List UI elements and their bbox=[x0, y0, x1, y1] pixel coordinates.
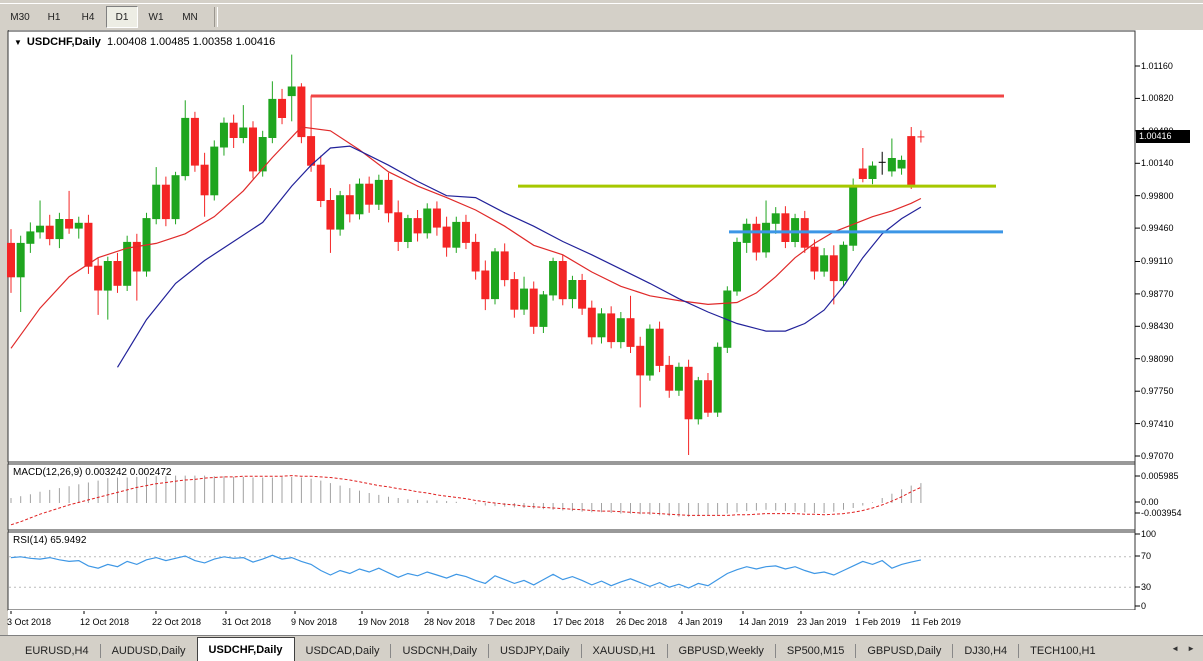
date-axis-label: 4 Jan 2019 bbox=[678, 617, 723, 627]
symbol-tab-bar: EURUSD,H4AUDUSD,DailyUSDCHF,DailyUSDCAD,… bbox=[0, 635, 1203, 661]
date-axis-label: 28 Nov 2018 bbox=[424, 617, 475, 627]
date-axis-label: 19 Nov 2018 bbox=[358, 617, 409, 627]
macd-indicator-label: MACD(12,26,9) 0.003242 0.002472 bbox=[13, 467, 171, 478]
tab-gbpusd-daily[interactable]: GBPUSD,Daily bbox=[856, 641, 952, 661]
price-axis-label: 0.99110 bbox=[1141, 256, 1173, 266]
chart-canvas[interactable] bbox=[0, 0, 1203, 661]
price-axis-label: 0.98770 bbox=[1141, 289, 1174, 299]
date-axis-label: 17 Dec 2018 bbox=[553, 617, 604, 627]
macd-value-signal: 0.002472 bbox=[130, 467, 172, 478]
rsi-indicator-label: RSI(14) 65.9492 bbox=[13, 535, 86, 546]
tab-usdchf-daily[interactable]: USDCHF,Daily bbox=[197, 637, 295, 661]
price-axis-label: 0.98090 bbox=[1141, 354, 1174, 364]
tab-usdjpy-daily[interactable]: USDJPY,Daily bbox=[489, 641, 581, 661]
macd-axis-label: 0.00 bbox=[1141, 497, 1159, 507]
macd-value-main: 0.003242 bbox=[85, 467, 127, 478]
chart-collapse-icon[interactable]: ▼ bbox=[14, 38, 22, 47]
price-axis-label: 0.97750 bbox=[1141, 386, 1174, 396]
price-axis-label: 1.00820 bbox=[1141, 93, 1174, 103]
date-axis-label: 31 Oct 2018 bbox=[222, 617, 271, 627]
price-axis-label: 0.99460 bbox=[1141, 223, 1174, 233]
tab-xauusd-h1[interactable]: XAUUSD,H1 bbox=[582, 641, 667, 661]
date-axis-label: 12 Oct 2018 bbox=[80, 617, 129, 627]
macd-axis-label: 0.005985 bbox=[1141, 471, 1179, 481]
rsi-axis-label: 100 bbox=[1141, 529, 1156, 539]
tab-audusd-daily[interactable]: AUDUSD,Daily bbox=[101, 641, 197, 661]
date-axis-label: 7 Dec 2018 bbox=[489, 617, 535, 627]
price-axis-label: 1.01160 bbox=[1141, 61, 1173, 71]
price-axis-label: 0.97410 bbox=[1141, 419, 1174, 429]
date-axis-label: 23 Jan 2019 bbox=[797, 617, 847, 627]
date-axis-label: 1 Feb 2019 bbox=[855, 617, 901, 627]
price-axis-label: 1.00140 bbox=[1141, 158, 1174, 168]
date-axis-label: 26 Dec 2018 bbox=[616, 617, 667, 627]
date-axis-label: 22 Oct 2018 bbox=[152, 617, 201, 627]
tab-usdcad-daily[interactable]: USDCAD,Daily bbox=[295, 641, 391, 661]
chart-title-symbol: USDCHF,Daily bbox=[27, 36, 101, 48]
date-axis-label: 3 Oct 2018 bbox=[7, 617, 51, 627]
tab-gbpusd-weekly[interactable]: GBPUSD,Weekly bbox=[668, 641, 775, 661]
chart-title-ohlc: 1.00408 1.00485 1.00358 1.00416 bbox=[107, 36, 275, 48]
tab-tech100-h1[interactable]: TECH100,H1 bbox=[1019, 641, 1106, 661]
date-axis-label: 14 Jan 2019 bbox=[739, 617, 789, 627]
tab-dj30-h4[interactable]: DJ30,H4 bbox=[953, 641, 1018, 661]
date-axis-label: 9 Nov 2018 bbox=[291, 617, 337, 627]
rsi-axis-label: 30 bbox=[1141, 582, 1151, 592]
trading-platform-window: M30H1H4D1W1MN ▼USDCHF,Daily 1.00408 1.00… bbox=[0, 0, 1203, 661]
rsi-axis-label: 70 bbox=[1141, 551, 1151, 561]
price-axis-label: 0.99800 bbox=[1141, 191, 1174, 201]
tab-usdcnh-daily[interactable]: USDCNH,Daily bbox=[391, 641, 488, 661]
rsi-axis-label: 0 bbox=[1141, 601, 1146, 611]
current-price-marker: 1.00416 bbox=[1136, 130, 1190, 143]
macd-axis-label: -0.003954 bbox=[1141, 508, 1182, 518]
tab-eurusd-h4[interactable]: EURUSD,H4 bbox=[14, 641, 100, 661]
tab-scroll-left-icon[interactable]: ◄ bbox=[1167, 642, 1183, 655]
tab-scroll-controls: ◄► bbox=[1167, 636, 1203, 661]
tab-scroll-right-icon[interactable]: ► bbox=[1183, 642, 1199, 655]
date-axis-label: 11 Feb 2019 bbox=[911, 617, 961, 627]
chart-title: ▼ USDCHF,Daily 1.00408 1.00485 1.00358 1.… bbox=[14, 36, 275, 48]
tab-sp500-m15[interactable]: SP500,M15 bbox=[776, 641, 855, 661]
price-axis-label: 0.98430 bbox=[1141, 321, 1174, 331]
price-axis-label: 0.97070 bbox=[1141, 451, 1174, 461]
